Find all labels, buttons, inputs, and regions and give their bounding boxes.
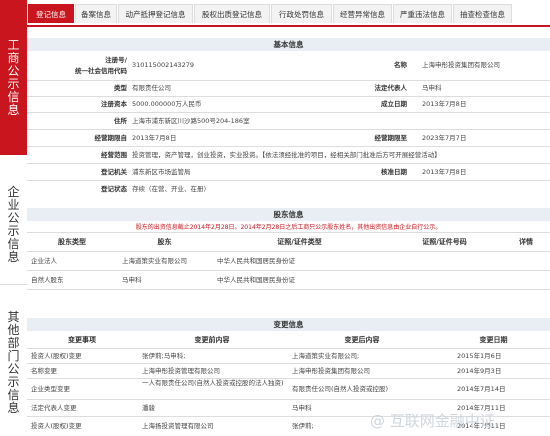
watermark: @ 互联网金融中证: [370, 412, 495, 430]
shareholder-name: 马申科: [122, 276, 142, 284]
col-header-cert-type: 证照/证件类型: [277, 238, 322, 246]
shareholder-type: 企业法人: [31, 257, 57, 265]
change-item: 名称变更: [31, 367, 57, 375]
change-item: 投资人(股权)变更: [31, 422, 82, 430]
col-header-change-item: 变更事项: [68, 336, 96, 344]
type-value: 有限责任公司: [132, 84, 171, 92]
approval-value: 2013年7月8日: [422, 168, 467, 176]
scope-label: 经营范围: [101, 151, 127, 159]
divider: [27, 270, 550, 271]
term-from-label: 经营期限自: [94, 134, 128, 142]
scope-value: 投资管理，资产管理，创业投资，实业投资。【依法须经批准的项目，经相关部门批准后方…: [132, 151, 441, 159]
basic-info-title: 基本信息: [27, 38, 550, 51]
name-label: 名称: [394, 61, 407, 69]
shareholder-notice: 股东的出资信息截止2014年2月28日。2014年2月28日之后工商只公示股东姓…: [135, 224, 442, 231]
sidebar-section-other-dept[interactable]: 其他部门公示信息: [0, 290, 27, 436]
col-header-date: 变更日期: [479, 336, 508, 344]
est-date-label: 成立日期: [381, 100, 407, 108]
reg-no-value: 310115002143279: [132, 61, 195, 69]
term-from-value: 2013年7月8日: [132, 134, 177, 142]
tab-abnormal-operation[interactable]: 经营异常信息: [333, 4, 392, 23]
change-item: 企业类型变更: [31, 385, 70, 393]
tab-chattel-mortgage[interactable]: 动产抵押登记信息: [118, 4, 193, 23]
change-date: 2014年7月14日: [457, 385, 506, 393]
authority-label: 登记机关: [101, 168, 127, 176]
change-before: 张伊莉;马申科;: [142, 352, 186, 360]
tab-equity-pledge[interactable]: 股权出质登记信息: [194, 4, 270, 23]
tab-serious-violation[interactable]: 严重违法信息: [393, 4, 452, 23]
authority-value: 浦东新区市场监管局: [132, 168, 191, 176]
type-label: 类型: [114, 84, 127, 92]
shareholder-cert-type: 中华人民共和国居民身份证: [217, 257, 295, 265]
col-header-before: 变更前内容: [194, 336, 230, 344]
change-after: 有限责任公司(自然人投资或控股): [292, 385, 389, 393]
col-header-detail: 详情: [519, 238, 533, 246]
approval-label: 核准日期: [381, 168, 407, 176]
divider: [27, 180, 550, 181]
change-before: 潘骏: [142, 404, 155, 412]
tab-filing[interactable]: 备案信息: [75, 4, 117, 23]
divider: [27, 378, 550, 379]
change-before: 上海扬投资管理有限公司: [142, 422, 214, 430]
col-header-cert-no: 证照/证件号码: [422, 238, 467, 246]
tab-registration[interactable]: 登记信息: [28, 4, 74, 23]
change-before: 上海申彤投资管理有限公司: [142, 367, 220, 375]
est-date-value: 2013年7月8日: [422, 100, 467, 108]
term-to-value: 2023年7月7日: [422, 134, 467, 142]
divider: [27, 80, 550, 81]
status-value: 存续（在营、开业、在册）: [132, 185, 210, 193]
legal-rep-value: 马申科: [422, 84, 442, 92]
change-before: 一人有限责任公司(自然人投资或控股的法人独资): [142, 379, 284, 387]
address-label: 住所: [114, 117, 127, 125]
tab-admin-penalty[interactable]: 行政处罚信息: [271, 4, 332, 23]
capital-value: 5000.000000万人民币: [132, 100, 202, 108]
change-date: 2014年9月3日: [457, 367, 502, 375]
shareholder-cert-type: 中华人民共和国居民身份证: [217, 276, 295, 284]
divider: [27, 112, 550, 113]
divider: [27, 146, 550, 147]
divider: [27, 399, 550, 400]
main-panel: 登记信息 备案信息 动产抵押登记信息 股权出质登记信息 行政处罚信息 经营异常信…: [27, 0, 550, 436]
divider: [27, 232, 550, 233]
legal-rep-label: 法定代表人: [374, 84, 408, 92]
change-item: 投资人(股权)变更: [31, 352, 82, 360]
divider: [27, 251, 550, 252]
change-date: 2015年1月6日: [457, 352, 502, 360]
divider: [27, 348, 550, 349]
change-after: 上海申彤投资集团有限公司: [292, 367, 370, 375]
tab-bar: 登记信息 备案信息 动产抵押登记信息 股权出质登记信息 行政处罚信息 经营异常信…: [27, 0, 550, 27]
change-item: 法定代表人变更: [31, 404, 77, 412]
tab-spot-check[interactable]: 抽查检查信息: [453, 4, 512, 23]
col-header-shareholder-type: 股东类型: [58, 238, 86, 246]
capital-label: 注册资本: [101, 100, 127, 108]
name-value: 上海申彤投资集团有限公司: [422, 61, 500, 69]
term-to-label: 经营期限至: [374, 134, 408, 142]
divider: [27, 163, 550, 164]
reg-no-label-line1: 注册号/: [105, 56, 127, 64]
shareholder-type: 自然人股东: [31, 276, 64, 284]
shareholder-name: 上海道策实业有限公司: [122, 257, 187, 265]
address-value: 上海市浦东新区川沙路500号204-186室: [132, 117, 250, 125]
sidebar-section-business[interactable]: 工商公示信息: [0, 0, 27, 155]
status-label: 登记状态: [101, 185, 127, 193]
change-info-title: 变更信息: [27, 318, 550, 331]
divider: [27, 96, 550, 97]
sidebar-section-enterprise[interactable]: 企业公示信息: [0, 165, 27, 285]
col-header-shareholder: 股东: [157, 238, 172, 246]
reg-no-label-line2: 统一社会信用代码: [75, 67, 127, 75]
divider: [27, 129, 550, 130]
col-header-after: 变更后内容: [344, 336, 380, 344]
divider: [27, 363, 550, 364]
shareholder-info-title: 股东信息: [27, 208, 550, 221]
change-after: 上海道策实业有限公司;: [292, 352, 360, 360]
divider: [27, 289, 550, 290]
sidebar: 工商公示信息 企业公示信息 其他部门公示信息: [0, 0, 27, 436]
